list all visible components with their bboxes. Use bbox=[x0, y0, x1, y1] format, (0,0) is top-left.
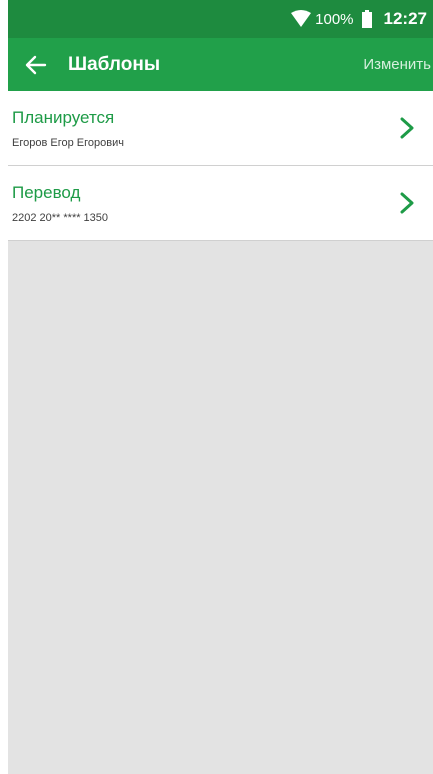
templates-list: Планируется Егоров Егор Егорович Перевод… bbox=[8, 91, 433, 241]
screen: 100% 12:27 Шаблоны Изменить Планируется … bbox=[0, 0, 433, 774]
chevron-right-icon bbox=[400, 117, 414, 139]
template-name: Планируется bbox=[12, 107, 115, 127]
template-subtitle: Егоров Егор Егорович bbox=[12, 136, 124, 149]
wifi-icon bbox=[291, 10, 312, 27]
template-item-planned[interactable]: Планируется Егоров Егор Егорович bbox=[8, 91, 433, 166]
battery-icon bbox=[361, 10, 372, 28]
template-subtitle: 2202 20** **** 1350 bbox=[12, 211, 109, 224]
template-name: Перевод bbox=[12, 182, 81, 202]
page-title: Шаблоны bbox=[68, 53, 161, 75]
back-button[interactable] bbox=[24, 53, 48, 77]
battery-percent: 100% bbox=[315, 10, 354, 28]
edit-button[interactable]: Изменить bbox=[363, 56, 431, 73]
template-item-texts: Перевод 2202 20** **** 1350 bbox=[8, 183, 397, 224]
arrow-left-icon bbox=[25, 55, 47, 74]
clock: 12:27 bbox=[383, 9, 427, 28]
template-item-texts: Планируется Егоров Егор Егорович bbox=[8, 108, 397, 149]
app-bar: Шаблоны Изменить bbox=[8, 38, 433, 91]
chevron-right-icon bbox=[400, 192, 414, 214]
status-bar: 100% 12:27 bbox=[8, 0, 433, 38]
template-item-transfer[interactable]: Перевод 2202 20** **** 1350 bbox=[8, 166, 433, 241]
